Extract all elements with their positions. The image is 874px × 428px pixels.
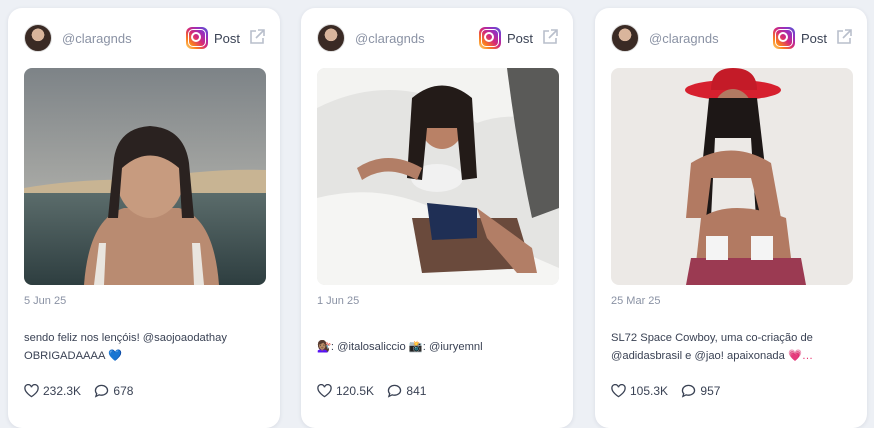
post-image[interactable] — [24, 68, 266, 285]
post-card: @claragnds Post 5 Jun 25 sendo feliz nos… — [8, 8, 280, 428]
external-link-icon[interactable] — [835, 28, 853, 46]
post-type-label: Post — [507, 31, 534, 46]
avatar[interactable] — [611, 24, 639, 52]
post-caption: SL72 Space Cowboy, uma co-criação de @ad… — [611, 329, 853, 365]
post-stats: 232.3K 678 — [24, 384, 143, 402]
post-header: @claragnds Post — [317, 24, 559, 54]
comment-icon — [95, 384, 109, 398]
account-handle[interactable]: @claragnds — [62, 31, 132, 46]
post-type-label: Post — [214, 31, 241, 46]
likes-stat: 232.3K — [24, 384, 81, 398]
likes-count: 232.3K — [43, 384, 82, 398]
external-link-icon[interactable] — [248, 28, 266, 46]
instagram-icon — [479, 27, 501, 49]
instagram-icon — [186, 27, 208, 49]
post-header: @claragnds Post — [24, 24, 266, 54]
post-card: @claragnds Post 1 Jun 25 💇🏽‍♀️: @italosa… — [301, 8, 573, 428]
comment-icon — [388, 384, 402, 398]
caption-text: SL72 Space Cowboy, uma co-criação de @ad… — [611, 332, 813, 362]
likes-count: 105.3K — [630, 384, 669, 398]
account-handle[interactable]: @claragnds — [649, 31, 719, 46]
post-stats: 120.5K 841 — [317, 384, 436, 402]
comments-stat: 841 — [387, 384, 426, 398]
instagram-icon — [773, 27, 795, 49]
comments-stat: 957 — [681, 384, 720, 398]
avatar[interactable] — [24, 24, 52, 52]
post-image[interactable] — [611, 68, 853, 285]
heart-icon — [24, 384, 39, 398]
comments-stat: 678 — [94, 384, 133, 398]
post-type-label: Post — [801, 31, 828, 46]
likes-stat: 120.5K — [317, 384, 374, 398]
comments-count: 957 — [700, 384, 721, 398]
post-date: 25 Mar 25 — [611, 295, 661, 307]
heart-icon — [611, 384, 626, 398]
post-date: 5 Jun 25 — [24, 295, 67, 307]
post-caption: 💇🏽‍♀️: @italosaliccio 📸: @iuryemnl — [317, 338, 559, 356]
post-header: @claragnds Post — [611, 24, 853, 54]
post-card: @claragnds Post 25 Mar 25 SL72 Space Cow… — [595, 8, 867, 428]
post-image[interactable] — [317, 68, 559, 285]
post-date: 1 Jun 25 — [317, 295, 360, 307]
likes-count: 120.5K — [336, 384, 375, 398]
blue-heart-emoji: 💙 — [107, 350, 122, 362]
comments-count: 678 — [113, 384, 134, 398]
comment-icon — [682, 384, 696, 398]
caption-text: sendo feliz nos lençóis! @saojoaodathay … — [24, 332, 227, 362]
post-caption: sendo feliz nos lençóis! @saojoaodathay … — [24, 329, 266, 365]
post-stats: 105.3K 957 — [611, 384, 730, 402]
comments-count: 841 — [406, 384, 427, 398]
likes-stat: 105.3K — [611, 384, 668, 398]
heart-icon — [317, 384, 332, 398]
pink-heart-emoji: 💗… — [787, 350, 814, 362]
external-link-icon[interactable] — [541, 28, 559, 46]
avatar[interactable] — [317, 24, 345, 52]
caption-text: 💇🏽‍♀️: @italosaliccio 📸: @iuryemnl — [317, 341, 483, 353]
account-handle[interactable]: @claragnds — [355, 31, 425, 46]
